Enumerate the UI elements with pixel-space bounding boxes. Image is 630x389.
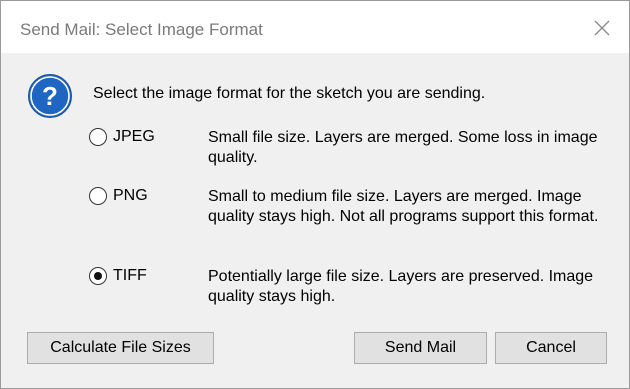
radio-png[interactable]: PNG [89, 187, 148, 205]
cancel-button[interactable]: Cancel [495, 332, 607, 364]
radio-tiff[interactable]: TIFF [89, 267, 147, 285]
radio-label[interactable]: TIFF [113, 267, 147, 285]
radio-button[interactable] [89, 128, 107, 146]
instruction-text: Select the image format for the sketch y… [93, 85, 486, 102]
option-description: Small to medium file size. Layers are me… [208, 188, 599, 225]
dialog-window: Send Mail: Select Image Format ? Select … [0, 0, 630, 389]
title-bar: Send Mail: Select Image Format [1, 1, 629, 53]
radio-button[interactable] [89, 187, 107, 205]
calculate-file-sizes-button[interactable]: Calculate File Sizes [27, 332, 214, 364]
radio-jpeg[interactable]: JPEG [89, 128, 155, 146]
svg-text:?: ? [42, 81, 58, 111]
option-description: Small file size. Layers are merged. Some… [208, 129, 598, 166]
send-mail-button[interactable]: Send Mail [354, 332, 487, 364]
close-button[interactable] [589, 15, 615, 41]
radio-button-selected[interactable] [89, 267, 107, 285]
window-title: Send Mail: Select Image Format [20, 20, 263, 39]
option-description: Potentially large file size. Layers are … [208, 268, 594, 305]
close-icon [594, 20, 610, 36]
question-icon: ? [27, 73, 73, 119]
radio-label[interactable]: JPEG [113, 128, 155, 146]
radio-label[interactable]: PNG [113, 187, 148, 205]
